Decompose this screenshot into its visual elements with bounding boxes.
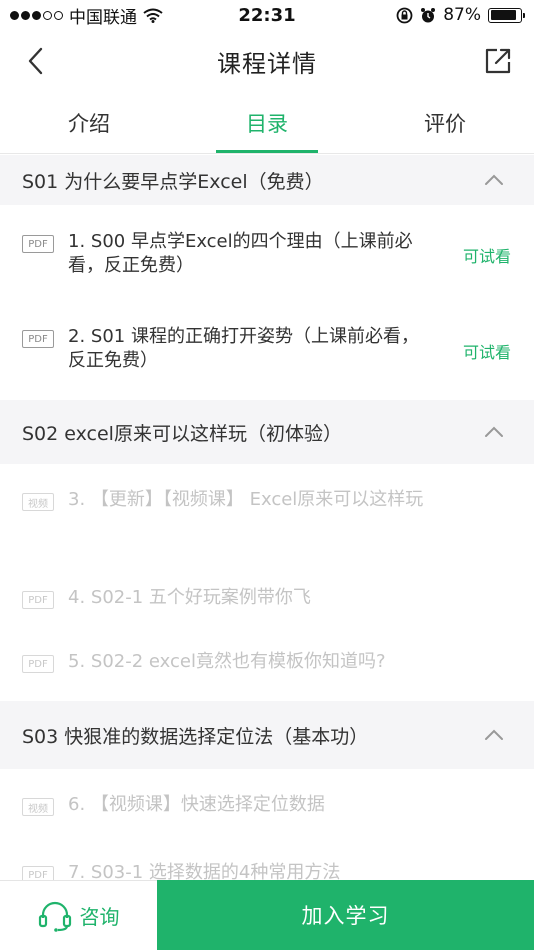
lesson-title: 2. S01 课程的正确打开姿势（上课前必看，反正免费） <box>68 326 419 371</box>
battery-percent: 87% <box>443 5 481 25</box>
lesson-row: PDF 1. S00 早点学Excel的四个理由（上课前必看，反正免费） <box>22 230 430 278</box>
lesson-title: 5. S02-2 excel竟然也有模板你知道吗? <box>68 651 386 672</box>
tab-label: 介绍 <box>68 111 110 136</box>
pdf-icon: PDF <box>22 330 54 348</box>
tab-label: 评价 <box>424 111 466 136</box>
tab-reviews[interactable]: 评价 <box>356 92 534 153</box>
battery-icon <box>488 7 525 23</box>
status-left: 中国联通 <box>10 3 396 28</box>
section-header[interactable]: S01 为什么要早点学Excel（免费） <box>0 155 534 205</box>
chevron-left-icon <box>28 47 43 75</box>
back-button[interactable] <box>18 44 52 78</box>
trial-label[interactable]: 可试看 <box>463 243 511 267</box>
tab-label: 目录 <box>246 111 288 136</box>
pdf-icon: PDF <box>22 655 54 673</box>
tab-catalog[interactable]: 目录 <box>178 92 356 153</box>
lesson-item[interactable]: PDF 2. S01 课程的正确打开姿势（上课前必看，反正免费） 可试看 <box>0 303 534 400</box>
course-catalog-list[interactable]: S01 为什么要早点学Excel（免费） PDF 1. S00 早点学Excel… <box>0 155 534 880</box>
lesson-title: 7. S03-1 选择数据的4种常用方法 <box>68 862 341 880</box>
chevron-up-icon <box>485 729 503 740</box>
battery-fill <box>490 10 516 20</box>
share-button[interactable] <box>480 43 516 79</box>
join-label: 加入学习 <box>301 904 390 928</box>
lesson-row: PDF 5. S02-2 excel竟然也有模板你知道吗? <box>22 650 430 674</box>
video-icon: 视频 <box>22 798 54 816</box>
chevron-up-icon <box>485 174 503 185</box>
video-icon: 视频 <box>22 493 54 511</box>
page-title: 课程详情 <box>217 49 317 78</box>
wifi-icon <box>143 8 163 23</box>
chevron-up-icon <box>485 426 503 437</box>
lesson-item[interactable]: PDF 5. S02-2 excel竟然也有模板你知道吗? <box>0 630 534 701</box>
alarm-icon <box>421 7 436 22</box>
lesson-item[interactable]: PDF 7. S03-1 选择数据的4种常用方法 <box>0 837 534 880</box>
pdf-icon: PDF <box>22 866 54 880</box>
consult-label: 咨询 <box>79 905 120 929</box>
rotation-lock-icon <box>396 7 413 23</box>
consult-button[interactable]: 咨询 <box>0 880 157 950</box>
lesson-title: 6. 【视频课】快速选择定位数据 <box>68 794 325 815</box>
lesson-title: 4. S02-1 五个好玩案例带你飞 <box>68 587 311 608</box>
pdf-icon: PDF <box>22 591 54 609</box>
headset-icon <box>38 901 71 932</box>
status-right: 87% <box>396 5 525 25</box>
lesson-title: 1. S00 早点学Excel的四个理由（上课前必看，反正免费） <box>68 231 413 276</box>
tab-bar: 介绍 目录 评价 <box>0 92 534 154</box>
tab-intro[interactable]: 介绍 <box>0 92 178 153</box>
bottom-action-bar: 咨询 加入学习 <box>0 880 534 950</box>
lesson-item[interactable]: PDF 4. S02-1 五个好玩案例带你飞 <box>0 562 534 630</box>
section-title: S02 excel原来可以这样玩（初体验） <box>22 422 342 445</box>
nav-bar: 课程详情 <box>0 30 534 92</box>
lesson-item[interactable]: 视频 3. 【更新】【视频课】 Excel原来可以这样玩 <box>0 464 534 562</box>
section-title: S01 为什么要早点学Excel（免费） <box>22 170 324 193</box>
lesson-item[interactable]: PDF 1. S00 早点学Excel的四个理由（上课前必看，反正免费） 可试看 <box>0 205 534 303</box>
lesson-row: PDF 4. S02-1 五个好玩案例带你飞 <box>22 586 430 610</box>
share-external-icon <box>485 48 511 74</box>
carrier-label: 中国联通 <box>69 7 137 28</box>
trial-label[interactable]: 可试看 <box>463 339 511 363</box>
join-learning-button[interactable]: 加入学习 <box>157 880 534 950</box>
section-title: S03 快狠准的数据选择定位法（基本功） <box>22 725 369 748</box>
pdf-icon: PDF <box>22 235 54 253</box>
status-bar: 中国联通 22:31 87% <box>0 0 534 30</box>
lesson-item[interactable]: 视频 6. 【视频课】快速选择定位数据 <box>0 769 534 837</box>
lesson-row: PDF 2. S01 课程的正确打开姿势（上课前必看，反正免费） <box>22 325 430 373</box>
section-header[interactable]: S02 excel原来可以这样玩（初体验） <box>0 400 534 464</box>
lesson-title: 3. 【更新】【视频课】 Excel原来可以这样玩 <box>68 489 424 510</box>
lesson-row: 视频 6. 【视频课】快速选择定位数据 <box>22 793 430 817</box>
signal-strength-icon <box>10 10 63 20</box>
lesson-row: 视频 3. 【更新】【视频课】 Excel原来可以这样玩 <box>22 488 430 512</box>
lesson-row: PDF 7. S03-1 选择数据的4种常用方法 <box>22 861 430 880</box>
section-header[interactable]: S03 快狠准的数据选择定位法（基本功） <box>0 701 534 769</box>
